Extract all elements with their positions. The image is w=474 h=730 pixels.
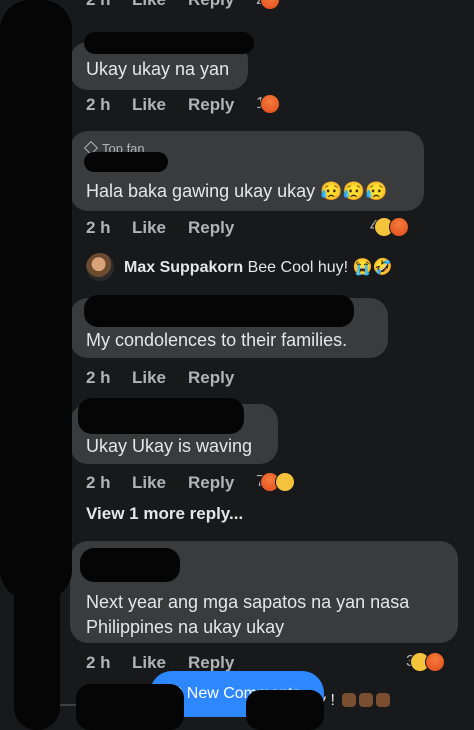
reply-button[interactable]: Reply	[188, 653, 234, 673]
reply-text: Bee Cool huy! 😭🤣	[247, 259, 393, 276]
like-button[interactable]: Like	[132, 95, 166, 115]
redaction-scribble	[14, 560, 60, 730]
reaction-summary[interactable]: 4	[370, 217, 409, 237]
like-button[interactable]: Like	[132, 368, 166, 388]
redaction-scribble	[84, 152, 168, 172]
comment-text-line-1: Next year ang mga sapatos na yan nasa	[86, 592, 410, 612]
angry-reaction-icon	[259, 94, 280, 114]
thumbs-up-icon	[359, 693, 374, 707]
redaction-scribble	[0, 0, 72, 600]
comment-text-line-2: Philippines na ukay ukay	[86, 617, 285, 637]
comment-text: Hala baka gawing ukay ukay 😥😥😥	[86, 181, 388, 201]
like-button[interactable]: Like	[132, 653, 166, 673]
redaction-scribble	[84, 32, 254, 54]
comment-time: 2 h	[86, 218, 111, 237]
comment-time: 2 h	[86, 473, 111, 492]
comment-time: 2 h	[86, 95, 111, 114]
reply-button[interactable]: Reply	[188, 473, 234, 493]
thumbs-up-icon	[376, 693, 391, 707]
comment-text: Ukay Ukay is waving	[86, 436, 253, 456]
redaction-scribble	[78, 398, 244, 434]
avatar[interactable]	[86, 253, 114, 281]
reply-preview: y !	[318, 692, 391, 710]
comment-text: My condolences to their families.	[86, 330, 348, 350]
sad-reaction-icon	[274, 472, 295, 492]
comment-text: Ukay ukay na yan	[86, 59, 230, 79]
redaction-scribble	[84, 295, 354, 327]
view-more-replies-link[interactable]: View 1 more reply...	[86, 504, 243, 524]
reply-author[interactable]: Max Suppakorn	[124, 259, 243, 276]
redaction-scribble	[76, 684, 184, 730]
angry-reaction-icon	[424, 652, 445, 672]
reaction-summary[interactable]: 2	[256, 0, 280, 10]
redaction-scribble	[246, 690, 324, 730]
redaction-scribble	[80, 548, 180, 582]
comment-time: 2 h	[86, 368, 111, 387]
reply-preview[interactable]: Max Suppakorn Bee Cool huy! 😭🤣	[124, 257, 392, 277]
comment-time: 2 h	[86, 653, 111, 672]
comment-time: 2 h	[86, 0, 111, 10]
like-button[interactable]: Like	[132, 218, 166, 238]
like-button[interactable]: Like	[132, 473, 166, 493]
angry-reaction-icon	[388, 217, 409, 237]
reaction-summary[interactable]: 3	[406, 652, 445, 672]
reaction-summary[interactable]: 7	[256, 472, 295, 492]
reply-button[interactable]: Reply	[188, 218, 234, 238]
like-button[interactable]: Like	[132, 0, 166, 10]
reaction-summary[interactable]: 1	[256, 94, 280, 114]
thumbs-up-icon	[342, 693, 357, 707]
reply-button[interactable]: Reply	[188, 368, 234, 388]
reply-button[interactable]: Reply	[188, 0, 234, 10]
reply-button[interactable]: Reply	[188, 95, 234, 115]
